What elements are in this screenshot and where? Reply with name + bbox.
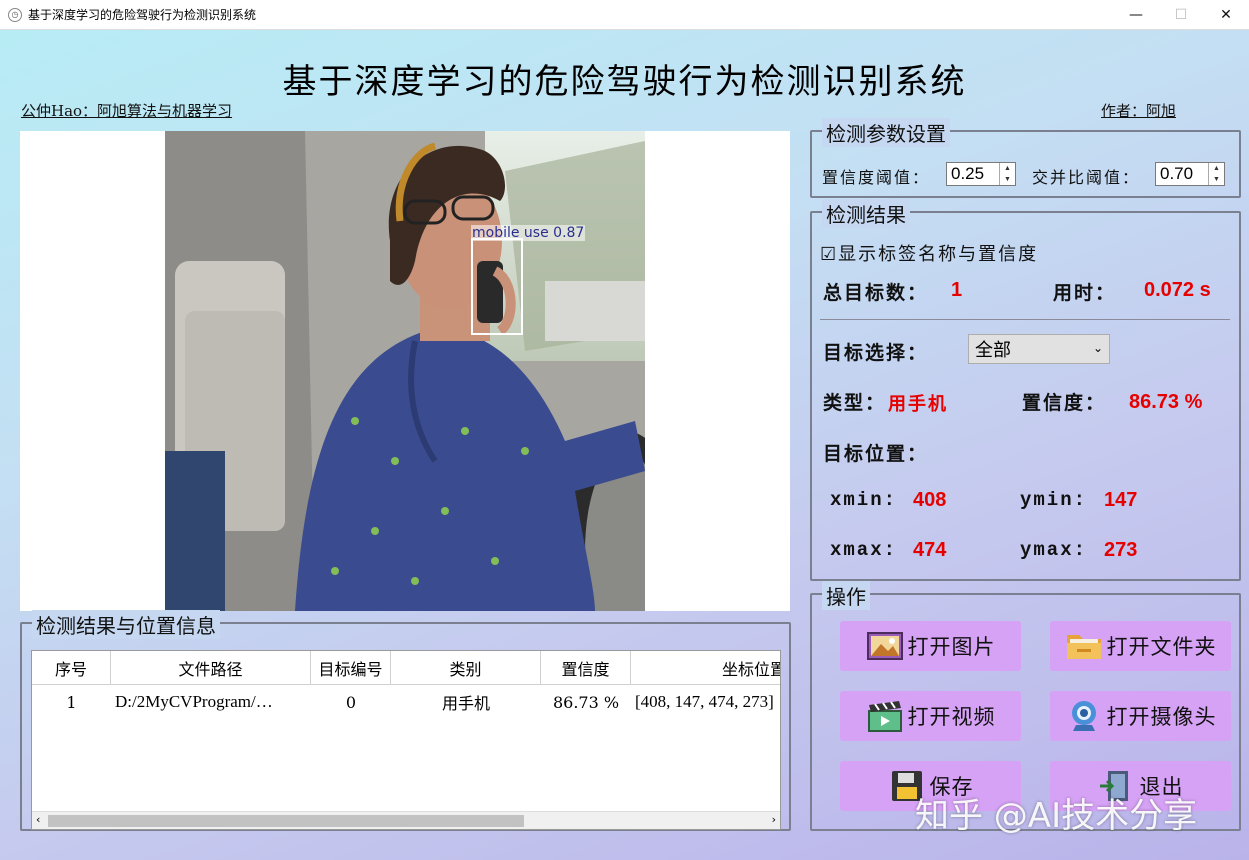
ymin-label: ymin: — [1020, 489, 1088, 511]
params-title: 检测参数设置 — [822, 118, 950, 147]
conf-threshold-spinbox[interactable]: 0.25 ▲ ▼ — [946, 162, 1016, 186]
xmax-label: xmax: — [830, 539, 898, 561]
author-link[interactable]: 作者：阿旭 — [1101, 100, 1176, 121]
target-select-label: 目标选择： — [823, 342, 929, 364]
window-titlebar: ◷ 基于深度学习的危险驾驶行为检测识别系统 — ☐ ✕ — [0, 0, 1249, 30]
scroll-right-icon[interactable]: › — [772, 813, 776, 826]
confidence-label: 置信度： — [1022, 392, 1107, 414]
ymax-label: ymax: — [1020, 539, 1088, 561]
col-header-confidence[interactable]: 置信度 — [541, 651, 631, 685]
position-label: 目标位置： — [823, 443, 929, 465]
horizontal-scrollbar[interactable]: ‹ › — [32, 811, 780, 829]
chevron-down-icon[interactable]: ⌄ — [1093, 341, 1103, 355]
open-camera-button[interactable]: 打开摄像头 — [1050, 691, 1231, 741]
image-icon — [866, 629, 904, 663]
driver-photo — [165, 131, 645, 611]
xmin-label: xmin: — [830, 489, 898, 511]
scroll-left-icon[interactable]: ‹ — [36, 813, 40, 826]
iou-threshold-value: 0.70 — [1160, 164, 1194, 183]
iou-threshold-label: 交并比阈值： — [1032, 168, 1141, 187]
folder-icon — [1065, 629, 1103, 663]
target-select-dropdown[interactable]: 全部 ⌄ — [968, 334, 1110, 364]
divider — [820, 319, 1230, 320]
xmax-value: 474 — [913, 539, 947, 561]
cell-target-id: 0 — [345, 692, 357, 712]
col-header-position[interactable]: 坐标位置 — [631, 651, 780, 685]
app-client-area: 基于深度学习的危险驾驶行为检测识别系统 公仲Hao：阿旭算法与机器学习 作者：阿… — [0, 30, 1249, 860]
col-header-target-id[interactable]: 目标编号 — [311, 651, 391, 685]
confidence-value: 86.73 % — [1129, 391, 1203, 413]
total-targets-label: 总目标数： — [823, 282, 929, 304]
open-folder-button[interactable]: 打开文件夹 — [1050, 621, 1231, 671]
open-video-button[interactable]: 打开视频 — [840, 691, 1021, 741]
detection-image: mobile use 0.87 — [165, 131, 645, 611]
open-video-label: 打开视频 — [907, 705, 996, 729]
app-icon: ◷ — [8, 7, 22, 22]
wechat-link[interactable]: 公仲Hao：阿旭算法与机器学习 — [21, 100, 232, 121]
iou-threshold-spinbox[interactable]: 0.70 ▲ ▼ — [1155, 162, 1225, 186]
ymin-value: 147 — [1104, 489, 1138, 511]
image-display: mobile use 0.87 — [20, 131, 790, 611]
checkbox-checked-icon[interactable]: ☑ — [820, 244, 838, 265]
spin-arrows-icon[interactable]: ▲ ▼ — [999, 163, 1015, 185]
webcam-icon — [1065, 699, 1103, 733]
open-image-label: 打开图片 — [907, 635, 996, 659]
results-table-title: 检测结果与位置信息 — [32, 610, 220, 639]
open-image-button[interactable]: 打开图片 — [840, 621, 1021, 671]
watermark: 知乎 @AI技术分享 — [915, 796, 1198, 836]
minimize-button[interactable]: — — [1113, 0, 1159, 30]
type-value: 用手机 — [888, 394, 948, 415]
conf-threshold-label: 置信度阈值： — [822, 168, 931, 187]
total-targets-value: 1 — [951, 279, 963, 301]
time-value: 0.072 s — [1144, 279, 1211, 301]
show-label-text: 显示标签名称与置信度 — [838, 244, 1039, 265]
detection-results-title: 检测结果 — [822, 199, 910, 228]
cell-position: [408, 147, 474, 273] — [635, 692, 774, 711]
cell-class: 用手机 — [441, 694, 490, 713]
target-select-value: 全部 — [975, 340, 1011, 361]
xmin-value: 408 — [913, 489, 947, 511]
maximize-button[interactable]: ☐ — [1158, 0, 1204, 30]
scrollbar-thumb[interactable] — [48, 815, 524, 827]
video-icon — [866, 699, 904, 733]
show-label-checkbox[interactable]: ☑显示标签名称与置信度 — [820, 240, 1038, 266]
col-header-index[interactable]: 序号 — [32, 651, 111, 685]
col-header-class[interactable]: 类别 — [391, 651, 541, 685]
col-header-path[interactable]: 文件路径 — [111, 651, 311, 685]
window-title: 基于深度学习的危险驾驶行为检测识别系统 — [28, 8, 257, 22]
cell-path: D:/2MyCVProgram/… — [115, 692, 273, 711]
open-camera-label: 打开摄像头 — [1106, 705, 1217, 729]
detection-label: mobile use 0.87 — [471, 225, 586, 241]
app-title: 基于深度学习的危险驾驶行为检测识别系统 — [282, 62, 967, 102]
operations-title: 操作 — [822, 581, 870, 610]
open-folder-label: 打开文件夹 — [1106, 635, 1217, 659]
time-label: 用时： — [1053, 282, 1117, 304]
ymax-value: 273 — [1104, 539, 1138, 561]
type-label: 类型： — [823, 392, 887, 414]
cell-index: 1 — [66, 692, 77, 712]
results-table[interactable]: 序号 文件路径 目标编号 类别 置信度 坐标位置 1 D:/2MyCVProgr… — [31, 650, 781, 830]
spin-arrows-icon[interactable]: ▲ ▼ — [1208, 163, 1224, 185]
close-button[interactable]: ✕ — [1203, 0, 1249, 30]
cell-confidence: 86.73 % — [552, 692, 620, 712]
conf-threshold-value: 0.25 — [951, 164, 985, 183]
